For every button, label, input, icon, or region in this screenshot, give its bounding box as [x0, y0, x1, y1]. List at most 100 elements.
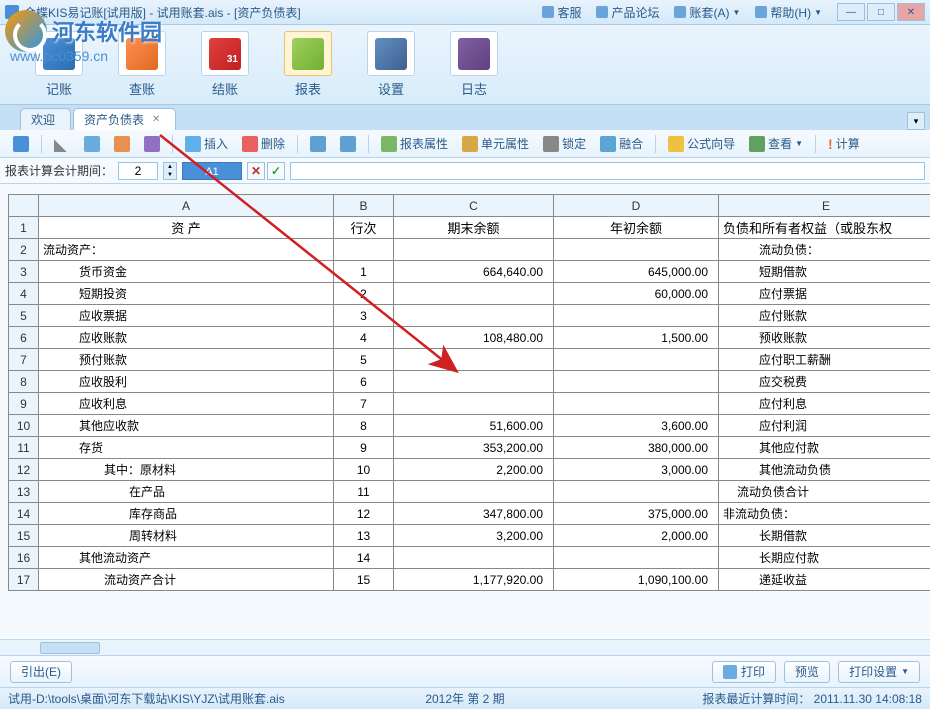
cell[interactable] — [394, 349, 554, 371]
cell[interactable]: 6 — [334, 371, 394, 393]
row-header[interactable]: 10 — [9, 415, 39, 437]
row-header[interactable]: 9 — [9, 393, 39, 415]
view-button[interactable]: 查看 ▼ — [744, 133, 808, 154]
cell[interactable]: 375,000.00 — [554, 503, 719, 525]
col-header-b[interactable]: B — [334, 195, 394, 217]
cell[interactable]: 长期应付款 — [719, 547, 930, 569]
table-row[interactable]: 8 应收股利 6 应交税费 — [9, 371, 930, 393]
tab-balance-sheet[interactable]: 资产负债表✕ — [73, 108, 176, 130]
cell[interactable]: 11 — [334, 481, 394, 503]
print-setup-button[interactable]: 打印设置 ▼ — [838, 661, 920, 683]
cell-reference[interactable]: A1 — [182, 162, 242, 180]
insert-button[interactable]: 插入 — [180, 133, 233, 154]
cell[interactable] — [554, 547, 719, 569]
cell[interactable]: 其中：原材料 — [39, 459, 334, 481]
period-spinner[interactable]: ▲▼ — [163, 162, 177, 180]
ribbon-log[interactable]: 日志 — [450, 31, 498, 98]
cell[interactable]: 其他应收款 — [39, 415, 334, 437]
cell[interactable]: 库存商品 — [39, 503, 334, 525]
cell[interactable]: 短期投资 — [39, 283, 334, 305]
cell[interactable]: 递延收益 — [719, 569, 930, 591]
ribbon-query[interactable]: 查账 — [118, 31, 166, 98]
cell[interactable] — [554, 349, 719, 371]
cell[interactable]: 645,000.00 — [554, 261, 719, 283]
cell[interactable]: 年初余额 — [554, 217, 719, 239]
table-row[interactable]: 11 存货 9 353,200.00 380,000.00 其他应付款 — [9, 437, 930, 459]
table-row[interactable]: 10 其他应收款 8 51,600.00 3,600.00 应付利润 — [9, 415, 930, 437]
col-header-e[interactable]: E — [719, 195, 930, 217]
cell-properties-button[interactable]: 单元属性 — [457, 133, 534, 154]
row-header[interactable]: 4 — [9, 283, 39, 305]
cell[interactable] — [394, 305, 554, 327]
cell[interactable]: 14 — [334, 547, 394, 569]
cell[interactable]: 应付票据 — [719, 283, 930, 305]
print-button[interactable]: 打印 — [712, 661, 776, 683]
table-row[interactable]: 4 短期投资 2 60,000.00 应付票据 — [9, 283, 930, 305]
col-header-c[interactable]: C — [394, 195, 554, 217]
cell[interactable]: 预收账款 — [719, 327, 930, 349]
row-header[interactable]: 2 — [9, 239, 39, 261]
cell[interactable]: 负债和所有者权益（或股东权 — [719, 217, 930, 239]
table-row[interactable]: 16 其他流动资产 14 长期应付款 — [9, 547, 930, 569]
cell[interactable]: 周转材料 — [39, 525, 334, 547]
lock-button[interactable]: 锁定 — [538, 133, 591, 154]
cell[interactable] — [554, 371, 719, 393]
export-button[interactable]: 引出(E) — [10, 661, 72, 683]
table-row[interactable]: 7 预付账款 5 应付职工薪酬 — [9, 349, 930, 371]
formula-wizard-button[interactable]: 公式向导 — [663, 133, 740, 154]
cell[interactable] — [554, 393, 719, 415]
cell[interactable]: 短期借款 — [719, 261, 930, 283]
row-header[interactable]: 5 — [9, 305, 39, 327]
cell[interactable]: 3,200.00 — [394, 525, 554, 547]
cell[interactable]: 2,000.00 — [554, 525, 719, 547]
paste-button[interactable] — [109, 134, 135, 154]
cell[interactable]: 2 — [334, 283, 394, 305]
horizontal-scrollbar[interactable] — [0, 639, 930, 655]
row-header[interactable]: 15 — [9, 525, 39, 547]
table-row[interactable]: 9 应收利息 7 应付利息 — [9, 393, 930, 415]
row-header[interactable]: 17 — [9, 569, 39, 591]
cell[interactable]: 行次 — [334, 217, 394, 239]
cell[interactable] — [554, 305, 719, 327]
ribbon-report[interactable]: 报表 — [284, 31, 332, 98]
formula-input[interactable] — [290, 162, 925, 180]
cell[interactable]: 2,200.00 — [394, 459, 554, 481]
cell[interactable]: 15 — [334, 569, 394, 591]
cell[interactable]: 应付职工薪酬 — [719, 349, 930, 371]
col-header-d[interactable]: D — [554, 195, 719, 217]
ribbon-close-account[interactable]: 结账 — [201, 31, 249, 98]
cell[interactable]: 3,000.00 — [554, 459, 719, 481]
preview-button[interactable]: 预览 — [784, 661, 830, 683]
cell[interactable]: 在产品 — [39, 481, 334, 503]
ribbon-bookkeeping[interactable]: 记账 — [35, 31, 83, 98]
cell[interactable]: 资 产 — [39, 217, 334, 239]
cut-button[interactable] — [49, 134, 75, 154]
cell[interactable]: 7 — [334, 393, 394, 415]
minimize-button[interactable]: — — [837, 3, 865, 21]
save-button[interactable] — [8, 134, 34, 154]
formula-confirm-button[interactable]: ✓ — [267, 162, 285, 180]
close-button[interactable]: ✕ — [897, 3, 925, 21]
cell[interactable]: 存货 — [39, 437, 334, 459]
row-header[interactable]: 13 — [9, 481, 39, 503]
cell[interactable] — [394, 481, 554, 503]
table-row[interactable]: 1 资 产 行次 期末余额 年初余额 负债和所有者权益（或股东权 — [9, 217, 930, 239]
cell[interactable]: 347,800.00 — [394, 503, 554, 525]
cell[interactable]: 流动负债合计 — [719, 481, 930, 503]
cell[interactable] — [334, 239, 394, 261]
table-row[interactable]: 2 流动资产： 流动负债： — [9, 239, 930, 261]
cell[interactable]: 其他应付款 — [719, 437, 930, 459]
row-button[interactable] — [335, 134, 361, 154]
cell[interactable]: 1,177,920.00 — [394, 569, 554, 591]
forum-link[interactable]: 产品论坛 — [596, 4, 659, 21]
cell[interactable]: 4 — [334, 327, 394, 349]
cell[interactable]: 51,600.00 — [394, 415, 554, 437]
row-header[interactable]: 12 — [9, 459, 39, 481]
report-properties-button[interactable]: 报表属性 — [376, 133, 453, 154]
cell[interactable] — [394, 371, 554, 393]
table-row[interactable]: 6 应收账款 4 108,480.00 1,500.00 预收账款 — [9, 327, 930, 349]
cell[interactable]: 5 — [334, 349, 394, 371]
table-row[interactable]: 3 货币资金 1 664,640.00 645,000.00 短期借款 — [9, 261, 930, 283]
customer-service-link[interactable]: 客服 — [542, 4, 581, 21]
cell[interactable] — [554, 239, 719, 261]
